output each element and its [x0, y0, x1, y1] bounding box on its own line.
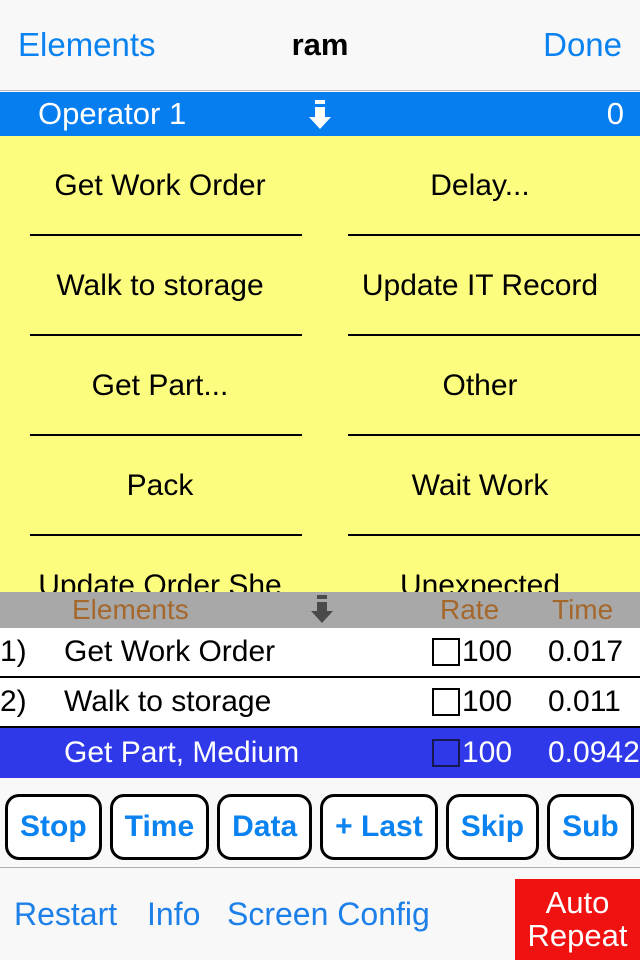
operator-selector-bar[interactable]: Operator 1 0 [0, 92, 640, 136]
element-button-delay[interactable]: Delay... [320, 136, 640, 236]
rate-checkbox[interactable] [432, 638, 460, 666]
observations-table-header: Elements Rate Time [0, 592, 640, 628]
element-button-get-part[interactable]: Get Part... [0, 336, 320, 436]
sub-button[interactable]: Sub [547, 793, 634, 860]
done-button[interactable]: Done [543, 26, 622, 64]
down-arrow-icon[interactable] [308, 594, 336, 624]
auto-repeat-button[interactable]: Auto Repeat [515, 879, 640, 960]
element-label: Get Work Order [54, 169, 266, 202]
operator-name-label: Operator 1 [38, 96, 187, 131]
element-button-other[interactable]: Other [320, 336, 640, 436]
element-button-update-it-record[interactable]: Update IT Record [320, 236, 640, 336]
element-grid-row: Get Work Order Delay... [0, 136, 640, 236]
add-last-button[interactable]: + Last [320, 793, 438, 860]
element-label: Unexpected [399, 569, 561, 592]
element-label: Update IT Record [361, 269, 599, 302]
data-button[interactable]: Data [217, 793, 313, 860]
element-grid-row: Walk to storage Update IT Record [0, 236, 640, 336]
element-label: Get Part... [91, 369, 229, 402]
stop-button[interactable]: Stop [5, 793, 102, 860]
element-label: Other [442, 369, 518, 402]
element-button-pack[interactable]: Pack [0, 436, 320, 536]
element-grid: Get Work Order Delay... Walk to storage … [0, 136, 640, 592]
rate-checkbox[interactable] [432, 739, 460, 767]
element-button-walk-to-storage[interactable]: Walk to storage [0, 236, 320, 336]
element-button-get-work-order[interactable]: Get Work Order [0, 136, 320, 236]
rate-checkbox[interactable] [432, 688, 460, 716]
element-button-wait-work[interactable]: Wait Work [320, 436, 640, 536]
table-row[interactable]: 2) Walk to storage 100 0.011 [0, 678, 640, 728]
row-element-name: Get Part, Medium [64, 736, 300, 769]
app-screen: Elements ram Done Operator 1 0 Get Work … [0, 0, 640, 960]
element-button-unexpected[interactable]: Unexpected [320, 536, 640, 592]
skip-button[interactable]: Skip [445, 793, 540, 860]
operator-count-value: 0 [606, 96, 624, 131]
table-row-selected[interactable]: Get Part, Medium 100 0.0942 [0, 728, 640, 778]
down-arrow-icon [304, 98, 336, 130]
info-button[interactable]: Info [147, 896, 200, 933]
time-button[interactable]: Time [109, 793, 210, 860]
element-label: Update Order She [38, 569, 282, 592]
row-rate-cell[interactable]: 100 [432, 635, 512, 669]
row-element-name: Get Work Order [64, 635, 276, 668]
navigation-bar: Elements ram Done [0, 0, 640, 91]
row-time-value: 0.011 [548, 685, 621, 718]
row-rate-cell[interactable]: 100 [432, 736, 512, 770]
observations-table-body: 1) Get Work Order 100 0.017 2) Walk to s… [0, 628, 640, 780]
row-index: 1) [0, 635, 27, 668]
bottom-toolbar: Restart Info Screen Config Auto Repeat [0, 869, 640, 960]
rate-value: 100 [462, 635, 513, 668]
auto-repeat-line-2: Repeat [527, 917, 628, 953]
element-grid-row: Get Part... Other [0, 336, 640, 436]
rate-value: 100 [462, 736, 513, 769]
row-element-name: Walk to storage [64, 685, 272, 718]
action-button-row: Stop Time Data + Last Skip Sub [0, 786, 640, 868]
restart-button[interactable]: Restart [14, 896, 117, 933]
rate-value: 100 [462, 685, 513, 718]
element-label: Wait Work [411, 469, 549, 502]
screen-config-button[interactable]: Screen Config [227, 896, 430, 933]
auto-repeat-line-1: Auto [545, 884, 610, 920]
row-time-value: 0.0942 [548, 736, 640, 769]
row-rate-cell[interactable]: 100 [432, 685, 512, 719]
row-index: 2) [0, 685, 27, 718]
element-grid-row: Pack Wait Work [0, 436, 640, 536]
element-grid-row: Update Order She Unexpected [0, 536, 640, 592]
element-label: Delay... [430, 169, 530, 202]
column-header-elements: Elements [72, 594, 189, 625]
back-button-elements[interactable]: Elements [18, 26, 156, 64]
element-button-update-order-sheet[interactable]: Update Order She [0, 536, 320, 592]
column-header-time: Time [552, 594, 614, 625]
row-time-value: 0.017 [548, 635, 624, 668]
element-label: Walk to storage [56, 269, 264, 302]
element-label: Pack [126, 469, 194, 502]
table-row[interactable]: 1) Get Work Order 100 0.017 [0, 628, 640, 678]
column-header-rate: Rate [440, 594, 500, 625]
